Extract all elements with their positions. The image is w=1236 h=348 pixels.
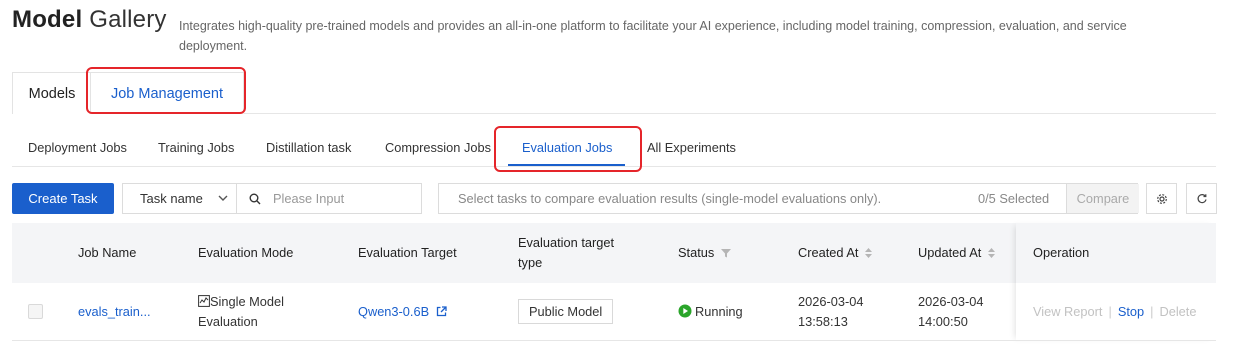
highlight-box-job-management	[86, 67, 246, 114]
compare-button[interactable]: Compare	[1066, 184, 1139, 213]
create-task-button[interactable]: Create Task	[12, 183, 114, 214]
col-evaluation-target: Evaluation Target	[358, 245, 457, 260]
col-evaluation-mode: Evaluation Mode	[198, 245, 294, 260]
search-box[interactable]	[236, 183, 422, 214]
tab-models[interactable]: Models	[12, 72, 92, 114]
compare-selection-bar: Select tasks to compare evaluation resul…	[438, 183, 1139, 214]
row-checkbox[interactable]	[28, 304, 43, 319]
delete-link[interactable]: Delete	[1159, 304, 1196, 319]
sort-icon[interactable]	[864, 247, 873, 259]
row-divider	[12, 340, 1216, 341]
task-name-select[interactable]: Task name	[122, 183, 237, 214]
status-text: Running	[695, 304, 743, 319]
stop-link[interactable]: Stop	[1118, 304, 1144, 319]
updated-at-cell: 2026-03-04 14:00:50	[918, 294, 984, 329]
target-type-tag: Public Model	[518, 299, 614, 324]
single-model-evaluation-icon	[198, 295, 210, 307]
page-title: Model Gallery	[12, 6, 167, 33]
subtab-training-jobs[interactable]: Training Jobs	[158, 136, 234, 160]
col-job-name: Job Name	[78, 245, 137, 260]
subtab-compression-jobs[interactable]: Compression Jobs	[385, 136, 491, 160]
compare-selected-count: 0/5 Selected	[978, 191, 1050, 206]
operation-cell: View Report | Stop | Delete	[1033, 304, 1197, 319]
task-name-select-value: Task name	[140, 191, 203, 206]
chevron-down-icon	[218, 195, 228, 201]
search-icon	[249, 193, 261, 205]
subtab-distillation-task[interactable]: Distillation task	[266, 136, 351, 160]
view-report-link[interactable]: View Report	[1033, 304, 1102, 319]
job-name-link[interactable]: evals_train...	[78, 302, 151, 322]
search-input[interactable]	[273, 185, 413, 212]
created-at-cell: 2026-03-04 13:58:13	[798, 294, 864, 329]
col-updated-at[interactable]: Updated At	[918, 223, 996, 283]
running-status-icon	[678, 304, 692, 318]
filter-icon[interactable]	[720, 247, 732, 259]
compare-hint: Select tasks to compare evaluation resul…	[458, 191, 882, 206]
refresh-button[interactable]	[1186, 183, 1217, 214]
highlight-box-evaluation-jobs	[494, 126, 642, 172]
col-status[interactable]: Status	[678, 223, 732, 283]
col-created-at[interactable]: Created At	[798, 223, 873, 283]
settings-button[interactable]	[1146, 183, 1177, 214]
evaluation-target-link[interactable]: Qwen3-0.6B	[358, 302, 447, 322]
refresh-icon	[1197, 194, 1207, 204]
subtab-deployment-jobs[interactable]: Deployment Jobs	[28, 136, 127, 160]
subtab-all-experiments[interactable]: All Experiments	[647, 136, 736, 160]
col-operation: Operation	[1033, 245, 1090, 260]
gear-icon	[1157, 194, 1167, 204]
sort-icon[interactable]	[987, 247, 996, 259]
evaluation-mode-cell: Single Model Evaluation	[198, 294, 284, 329]
status-cell: Running	[678, 302, 743, 322]
page-subtitle: Integrates high-quality pre-trained mode…	[179, 19, 1127, 53]
external-link-icon	[436, 306, 447, 317]
col-evaluation-target-type: Evaluation target type	[518, 235, 615, 270]
